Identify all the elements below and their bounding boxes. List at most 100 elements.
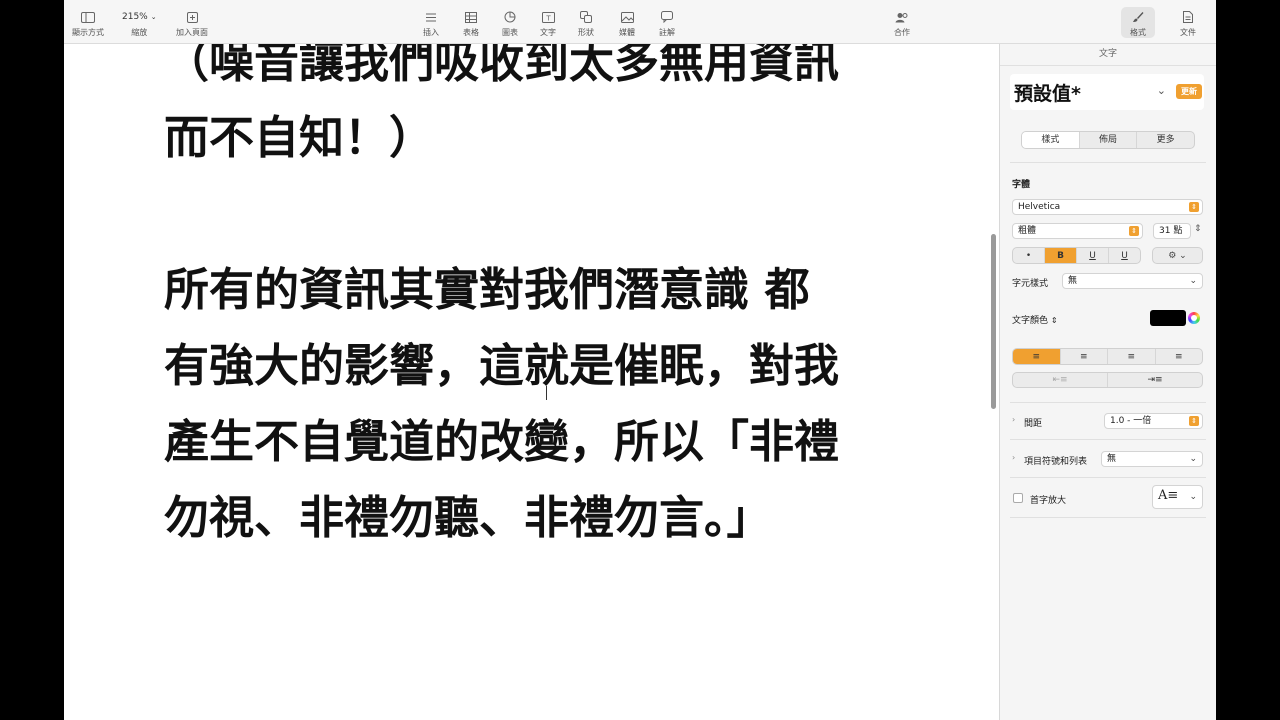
comment-button[interactable]: 註解	[659, 9, 675, 38]
bold-button[interactable]: B	[1045, 248, 1077, 263]
font-family-popup[interactable]: Helvetica ⇕	[1012, 199, 1203, 215]
left-letterbox	[0, 0, 64, 720]
comment-label: 註解	[659, 28, 675, 37]
zoom-button[interactable]: 215% ⌄ 縮放	[122, 9, 157, 38]
media-button[interactable]: 媒體	[619, 9, 635, 38]
paragraph-style-popup[interactable]: 預設值* ⌄ 更新	[1010, 74, 1204, 110]
drop-cap-preview-icon: A≡	[1158, 488, 1179, 503]
spacing-value: 1.0 - 一倍	[1110, 416, 1152, 426]
increase-indent-icon[interactable]: ⇥≡	[1108, 373, 1202, 387]
document-canvas[interactable]: （噪音讓我們吸收到太多無用資訊 而不自知！） 所有的資訊其實對我們潛意識 都 有…	[64, 44, 999, 720]
font-weight-value: 粗體	[1018, 226, 1037, 236]
font-size-stepper-icon[interactable]: ⇕	[1194, 224, 1202, 234]
tab-layout[interactable]: 佈局	[1080, 132, 1138, 148]
justify-icon[interactable]: ≡	[1156, 349, 1203, 364]
color-wheel-icon[interactable]	[1188, 312, 1200, 324]
document-line[interactable]: 而不自知！）	[164, 100, 964, 176]
zoom-label: 縮放	[131, 28, 148, 37]
right-letterbox	[1216, 0, 1280, 720]
text-color-swatch[interactable]	[1150, 310, 1186, 326]
char-style-popup[interactable]: 無 ⌄	[1062, 273, 1203, 289]
insert-label: 插入	[423, 28, 439, 37]
toolbar: 顯示方式 215% ⌄ 縮放 加入頁面 插入 表格 圖表 T 文字 形狀 媒體 …	[64, 0, 1216, 44]
disclosure-chevron-icon[interactable]: ›	[1012, 415, 1015, 424]
underline-button[interactable]: U	[1109, 248, 1140, 263]
collaborate-label: 合作	[894, 28, 910, 37]
drop-cap-checkbox[interactable]	[1013, 493, 1023, 503]
chevron-down-icon: ⌄	[1156, 84, 1166, 97]
align-center-icon[interactable]: ≡	[1061, 349, 1108, 364]
char-style-label: 字元樣式	[1012, 279, 1049, 289]
update-style-button[interactable]: 更新	[1176, 84, 1202, 99]
insert-button[interactable]: 插入	[423, 9, 439, 38]
shape-icon	[580, 9, 592, 25]
align-right-icon[interactable]: ≡	[1108, 349, 1156, 364]
shape-button[interactable]: 形狀	[578, 9, 594, 38]
up-down-arrows-icon: ⇕	[1189, 202, 1199, 212]
font-size-field[interactable]: 31 點	[1153, 223, 1191, 239]
indent-buttons: ⇤≡ ⇥≡	[1012, 372, 1203, 388]
vertical-scrollbar[interactable]	[991, 234, 996, 409]
chart-button[interactable]: 圖表	[502, 9, 518, 38]
text-box-icon: T	[541, 9, 555, 25]
up-down-arrows-icon: ⇕	[1189, 416, 1199, 426]
align-left-icon[interactable]: ≡	[1013, 349, 1061, 364]
paragraph-style-name: 預設值*	[1014, 82, 1081, 105]
italic-button[interactable]: U	[1077, 248, 1109, 263]
blank-line[interactable]	[164, 176, 964, 252]
font-family-value: Helvetica	[1018, 202, 1061, 212]
divider	[1010, 517, 1206, 518]
tab-style[interactable]: 樣式	[1022, 132, 1080, 148]
drop-cap-label: 首字放大	[1030, 496, 1067, 506]
view-button[interactable]: 顯示方式	[72, 9, 104, 38]
document-line[interactable]: （噪音讓我們吸收到太多無用資訊	[164, 44, 964, 100]
document-line[interactable]: 產生不自覺道的改變，所以「非禮	[164, 404, 964, 480]
divider	[1010, 477, 1206, 478]
chevron-down-icon: ⌄	[1189, 454, 1197, 464]
format-button[interactable]: 格式	[1121, 7, 1155, 38]
document-line[interactable]: 有強大的影響，這就是催眠，對我	[164, 328, 964, 404]
document-label: 文件	[1180, 28, 1196, 37]
svg-text:T: T	[545, 14, 551, 22]
sidebar-header: 文字	[1000, 44, 1216, 66]
add-page-button[interactable]: 加入頁面	[176, 9, 208, 38]
document-line[interactable]: 所有的資訊其實對我們潛意識 都	[164, 252, 964, 328]
text-options-button[interactable]: •	[1013, 248, 1045, 263]
font-section-label: 字體	[1012, 180, 1031, 190]
document-icon	[1183, 9, 1193, 25]
add-page-icon	[186, 9, 198, 25]
format-sidebar: 文字 預設值* ⌄ 更新 樣式 佈局 更多 字體 Helvetica ⇕ 粗體 …	[999, 44, 1216, 720]
sidebar-icon	[81, 9, 95, 25]
document-body[interactable]: （噪音讓我們吸收到太多無用資訊 而不自知！） 所有的資訊其實對我們潛意識 都 有…	[164, 44, 964, 556]
spacing-popup[interactable]: 1.0 - 一倍 ⇕	[1104, 413, 1203, 429]
text-color-label: 文字顏色 ⇕	[1012, 316, 1058, 326]
document-button[interactable]: 文件	[1180, 9, 1196, 38]
disclosure-chevron-icon[interactable]: ›	[1012, 453, 1015, 462]
font-weight-popup[interactable]: 粗體 ⇕	[1012, 223, 1143, 239]
tab-more[interactable]: 更多	[1137, 132, 1194, 148]
chevron-down-icon: ⌄	[150, 13, 157, 21]
text-button[interactable]: T 文字	[540, 9, 556, 38]
text-options-popup[interactable]: ⚙ ⌄	[1152, 247, 1203, 264]
paintbrush-icon	[1132, 9, 1144, 25]
zoom-value: 215%	[122, 12, 148, 22]
document-line[interactable]: 勿視、非禮勿聽、非禮勿言。」	[164, 480, 964, 556]
comment-icon	[661, 9, 673, 25]
format-label: 格式	[1130, 28, 1146, 37]
bullets-popup[interactable]: 無 ⌄	[1101, 451, 1203, 467]
collaborate-button[interactable]: 合作	[894, 9, 910, 38]
drop-cap-style-popup[interactable]: A≡ ⌄	[1152, 485, 1203, 509]
table-button[interactable]: 表格	[463, 9, 479, 38]
add-page-label: 加入頁面	[176, 28, 208, 37]
chevron-down-icon: ⌄	[1189, 276, 1197, 286]
bullets-label: 項目符號和列表	[1024, 457, 1088, 467]
decrease-indent-icon[interactable]: ⇤≡	[1013, 373, 1108, 387]
sidebar-tabs: 樣式 佈局 更多	[1021, 131, 1195, 149]
font-size-value: 31 點	[1159, 226, 1183, 236]
text-cursor	[546, 386, 547, 400]
view-label: 顯示方式	[72, 28, 104, 37]
text-label: 文字	[540, 28, 556, 37]
shape-label: 形狀	[578, 28, 594, 37]
photo-icon	[620, 9, 634, 25]
text-format-buttons: • B U U	[1012, 247, 1141, 264]
